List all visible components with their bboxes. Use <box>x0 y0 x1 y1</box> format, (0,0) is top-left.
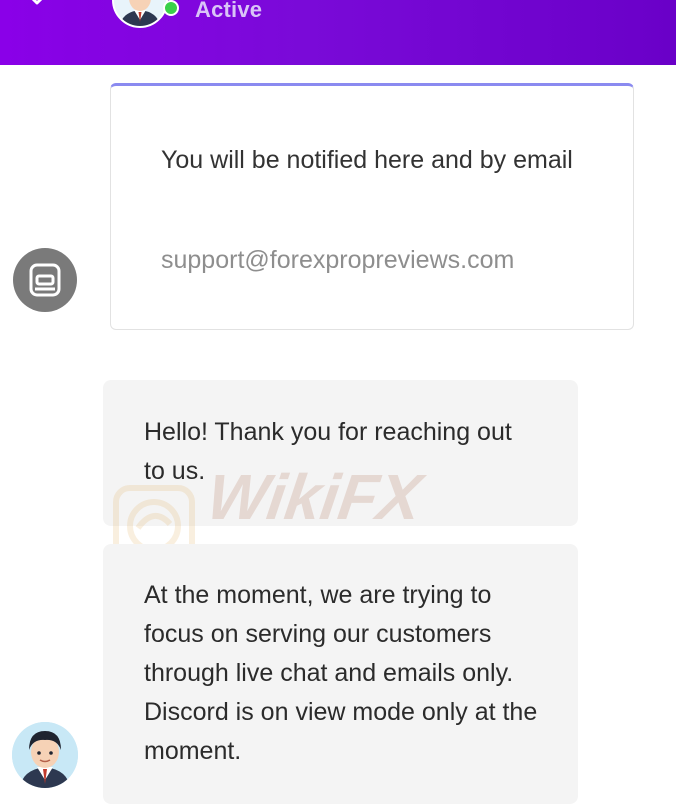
chevron-down-icon[interactable] <box>26 0 48 12</box>
system-avatar <box>13 248 77 312</box>
message-text: At the moment, we are trying to focus on… <box>144 581 538 765</box>
chat-area[interactable]: WikiFX You will be notified here and by … <box>0 65 676 804</box>
agent-avatar <box>12 722 78 788</box>
notification-card: You will be notified here and by email s… <box>110 83 634 330</box>
agent-status: Active <box>195 0 263 22</box>
message-text: Hello! Thank you for reaching out to us. <box>144 418 512 485</box>
agent-message: Hello! Thank you for reaching out to us. <box>103 380 578 526</box>
chat-bubble-icon <box>29 263 61 297</box>
notification-message: You will be notified here and by email <box>161 146 573 174</box>
agent-avatar <box>112 0 168 28</box>
agent-message: At the moment, we are trying to focus on… <box>103 544 578 804</box>
chat-header: Active <box>0 0 676 65</box>
online-status-dot <box>163 0 179 16</box>
notification-email[interactable]: support@forexpropreviews.com <box>161 246 514 275</box>
